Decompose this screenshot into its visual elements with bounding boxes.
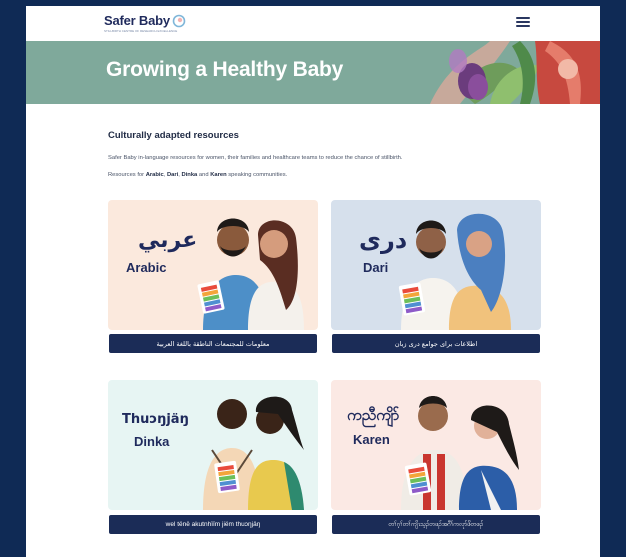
card-dari[interactable]: دری Dari [331, 200, 541, 330]
card-script-dari: دری [359, 226, 408, 254]
card-script-karen: ကညီကျိာ် [347, 406, 400, 424]
card-script-dinka: Thuɔŋjäŋ [122, 412, 189, 427]
card-karen[interactable]: ကညီကျိာ် Karen [331, 380, 541, 510]
communities-prefix: Resources for [108, 172, 146, 178]
communities-suffix: speaking communities. [226, 172, 288, 178]
lang-dinka: Dinka [181, 172, 198, 178]
hamburger-menu-icon[interactable] [516, 17, 530, 27]
lang-dari: Dari [166, 172, 179, 178]
karen-resources-button[interactable]: တၢ်ဂ့ၢ်တၢ်ကျိၤသ့ၣ်တဖၣ်အဂီၢ်ကလုာ်ဖိတဖၣ် [332, 515, 540, 534]
card-name-dari: Dari [363, 260, 389, 275]
communities-text: Resources for Arabic, Dari, Dinka and Ka… [108, 172, 287, 178]
baby-logo-icon [172, 14, 186, 27]
lang-arabic: Arabic [145, 172, 164, 178]
card-dinka[interactable]: Thuɔŋjäŋ Dinka [108, 380, 318, 510]
intro-text: Safer Baby in-language resources for wom… [108, 155, 403, 161]
safer-baby-logo[interactable]: Safer Baby STILLBIRTH CENTRE OF RESEARCH… [104, 13, 186, 33]
dinka-resources-button[interactable]: wel tënë akutnhïïm jiëm thuɔŋjäŋ [109, 515, 317, 534]
card-name-dinka: Dinka [134, 434, 170, 449]
card-name-karen: Karen [353, 432, 390, 447]
card-name-arabic: Arabic [126, 260, 167, 275]
section-title: Culturally adapted resources [108, 130, 239, 141]
hero-illustration [430, 41, 600, 104]
logo-subtitle: STILLBIRTH CENTRE OF RESEARCH EXCELLENCE [104, 29, 178, 33]
communities-sep-3: and [197, 172, 211, 178]
hero-banner: Growing a Healthy Baby [26, 41, 600, 104]
card-script-arabic: عربي [138, 228, 198, 253]
page: Safer Baby STILLBIRTH CENTRE OF RESEARCH… [26, 6, 600, 557]
site-header: Safer Baby STILLBIRTH CENTRE OF RESEARCH… [26, 6, 600, 42]
hero-title: Growing a Healthy Baby [106, 58, 344, 81]
card-arabic[interactable]: عربي Arabic [108, 200, 318, 330]
arabic-resources-button[interactable]: معلومات للمجتمعات الناطقة باللغة العربية [109, 334, 317, 353]
dari-resources-button[interactable]: اطلاعات برای جوامع دری زبان [332, 334, 540, 353]
lang-karen: Karen [210, 172, 227, 178]
logo-text: Safer Baby [104, 13, 170, 28]
